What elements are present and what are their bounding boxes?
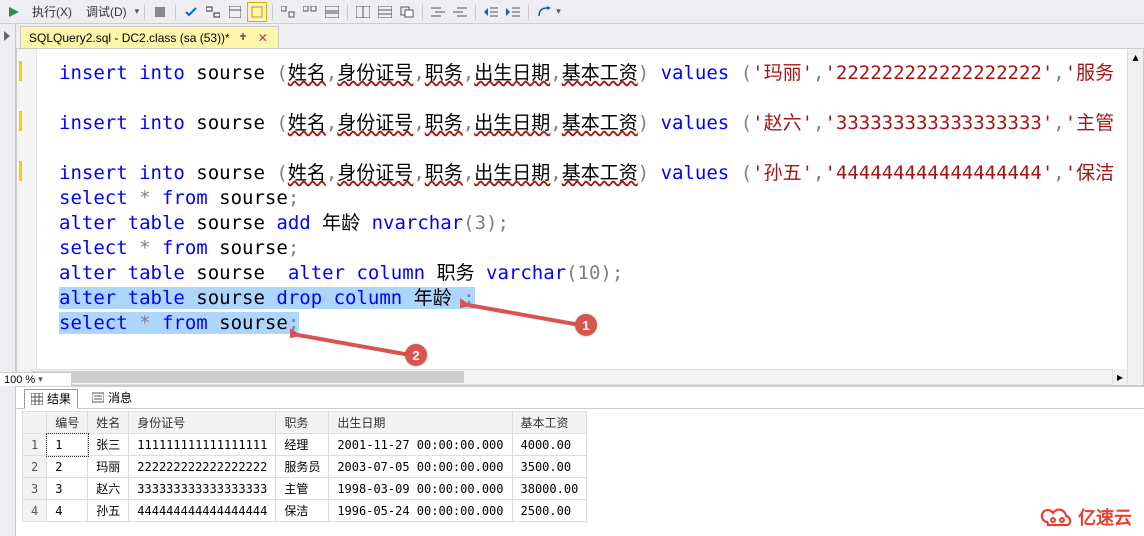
table-row[interactable]: 22玛丽222222222222222222服务员2003-07-05 00:0… [23, 456, 587, 478]
editor-gutter [17, 49, 37, 369]
table-row[interactable]: 44孙五444444444444444444保洁1996-05-24 00:00… [23, 500, 587, 522]
toolbar-icon-10[interactable] [534, 2, 554, 22]
outdent-icon[interactable] [481, 2, 501, 22]
message-icon [92, 392, 104, 404]
tab-title: SQLQuery2.sql - DC2.class (sa (53))* [29, 31, 230, 45]
messages-tab[interactable]: 消息 [86, 388, 138, 408]
indent-minus-icon[interactable] [428, 2, 448, 22]
results-panel: 结果 消息 编号 姓名 身份证号 职务 出生日期 基本工资 11张三111111… [16, 386, 1144, 536]
toolbar-icon-7[interactable] [353, 2, 373, 22]
tab-strip: SQLQuery2.sql - DC2.class (sa (53))* ✕ [0, 24, 1144, 48]
parse-icon[interactable] [181, 2, 201, 22]
zoom-level[interactable]: 100 % ▾ [0, 372, 72, 386]
indent-plus-icon[interactable] [450, 2, 470, 22]
indent-icon[interactable] [503, 2, 523, 22]
pin-icon[interactable] [236, 31, 250, 45]
cloud-icon [1040, 506, 1074, 528]
stop-icon[interactable] [150, 2, 170, 22]
toolbar-icon-9[interactable] [397, 2, 417, 22]
toolbar-icon-8[interactable] [375, 2, 395, 22]
toolbar-icon-6[interactable] [322, 2, 342, 22]
sql-editor[interactable]: insert into sourse (姓名,身份证号,职务,出生日期,基本工资… [37, 49, 1143, 369]
toolbar-icon-5[interactable] [300, 2, 320, 22]
grid-icon [31, 393, 43, 405]
side-gutter [0, 24, 16, 536]
brand-logo: 亿速云 [1040, 504, 1132, 530]
results-tabs: 结果 消息 [16, 387, 1144, 409]
execute-icon[interactable] [4, 2, 24, 22]
header-row: 编号 姓名 身份证号 职务 出生日期 基本工资 [23, 412, 587, 434]
main-toolbar: 执行(X) 调试(D) ▾ ▾ [0, 0, 1144, 24]
hscroll[interactable]: ◂ ▸ [17, 369, 1127, 385]
file-tab[interactable]: SQLQuery2.sql - DC2.class (sa (53))* ✕ [20, 26, 279, 48]
table-row[interactable]: 11张三111111111111111111经理2001-11-27 00:00… [23, 434, 587, 456]
vscroll[interactable]: ▴ [1127, 49, 1143, 385]
toolbar-icon-2[interactable] [225, 2, 245, 22]
toolbar-icon-4[interactable] [278, 2, 298, 22]
editor-pane: insert into sourse (姓名,身份证号,职务,出生日期,基本工资… [16, 48, 1144, 386]
toolbar-dropdown-icon[interactable]: ▾ [556, 6, 561, 17]
table-row[interactable]: 33赵六333333333333333333主管1998-03-09 00:00… [23, 478, 587, 500]
debug-dropdown-icon[interactable]: ▾ [135, 6, 140, 17]
toolbar-icon-1[interactable] [203, 2, 223, 22]
debug-button[interactable]: 调试(D) [80, 2, 133, 22]
collapse-icon[interactable] [2, 26, 16, 46]
results-grid[interactable]: 编号 姓名 身份证号 职务 出生日期 基本工资 11张三111111111111… [22, 411, 587, 522]
execute-button[interactable]: 执行(X) [26, 2, 78, 22]
results-tab[interactable]: 结果 [24, 389, 78, 409]
toolbar-icon-3[interactable] [247, 2, 267, 22]
close-icon[interactable]: ✕ [256, 31, 270, 45]
